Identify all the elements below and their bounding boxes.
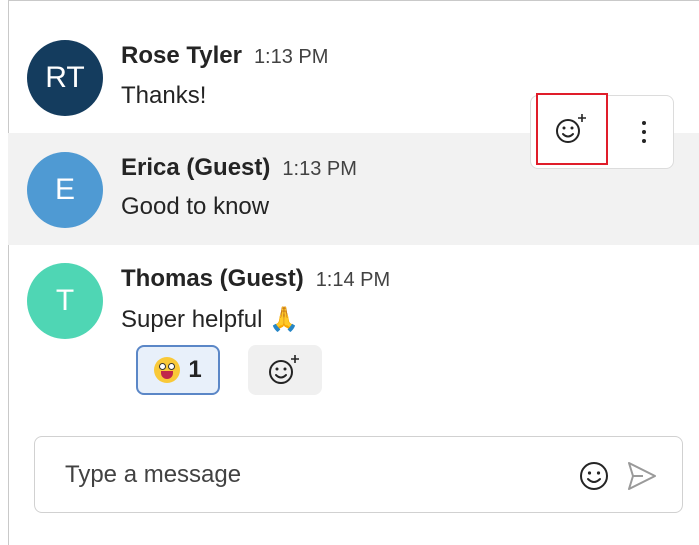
avatar-initials: T	[55, 284, 75, 317]
message-timestamp: 1:14 PM	[315, 269, 391, 291]
send-button[interactable]	[625, 459, 659, 493]
smiley-plus-icon	[556, 114, 586, 143]
message-input[interactable]	[65, 455, 545, 495]
reaction-pill[interactable]: 1	[136, 345, 220, 395]
message-composer	[34, 436, 683, 513]
message-author[interactable]: Erica (Guest)	[121, 154, 270, 181]
message-hover-toolbar	[530, 93, 674, 169]
avatar[interactable]: RT	[27, 40, 103, 116]
message-author-line: Rose Tyler 1:13 PM	[121, 42, 328, 70]
more-options-button[interactable]	[619, 96, 669, 168]
smiley-icon	[580, 462, 608, 490]
avatar-initials: RT	[45, 61, 85, 94]
avatar[interactable]: E	[27, 152, 103, 228]
vertical-ellipsis-icon	[642, 121, 646, 143]
message-timestamp: 1:13 PM	[282, 158, 357, 180]
add-reaction-button[interactable]	[248, 345, 322, 395]
message-text: Thanks!	[121, 82, 207, 109]
message-timestamp: 1:13 PM	[253, 46, 329, 68]
send-icon	[628, 462, 656, 490]
message-author-line: Erica (Guest) 1:13 PM	[121, 154, 357, 182]
message-text: Super helpful	[121, 306, 263, 333]
avatar[interactable]: T	[27, 263, 103, 339]
message-author[interactable]: Thomas (Guest)	[121, 265, 304, 292]
message-author[interactable]: Rose Tyler	[121, 42, 242, 69]
smiley-plus-icon	[269, 355, 299, 384]
message-author-line: Thomas (Guest) 1:14 PM	[121, 265, 390, 293]
message-text: Good to know	[121, 193, 270, 220]
emoji-button[interactable]	[578, 460, 610, 492]
message-text-line: Super helpful 🙏	[121, 305, 299, 334]
reaction-count: 1	[188, 356, 202, 383]
folded-hands-emoji-icon: 🙏	[269, 306, 299, 333]
grinning-face-emoji-icon	[154, 357, 181, 383]
add-reaction-button[interactable]	[536, 93, 608, 165]
avatar-initials: E	[54, 173, 75, 206]
